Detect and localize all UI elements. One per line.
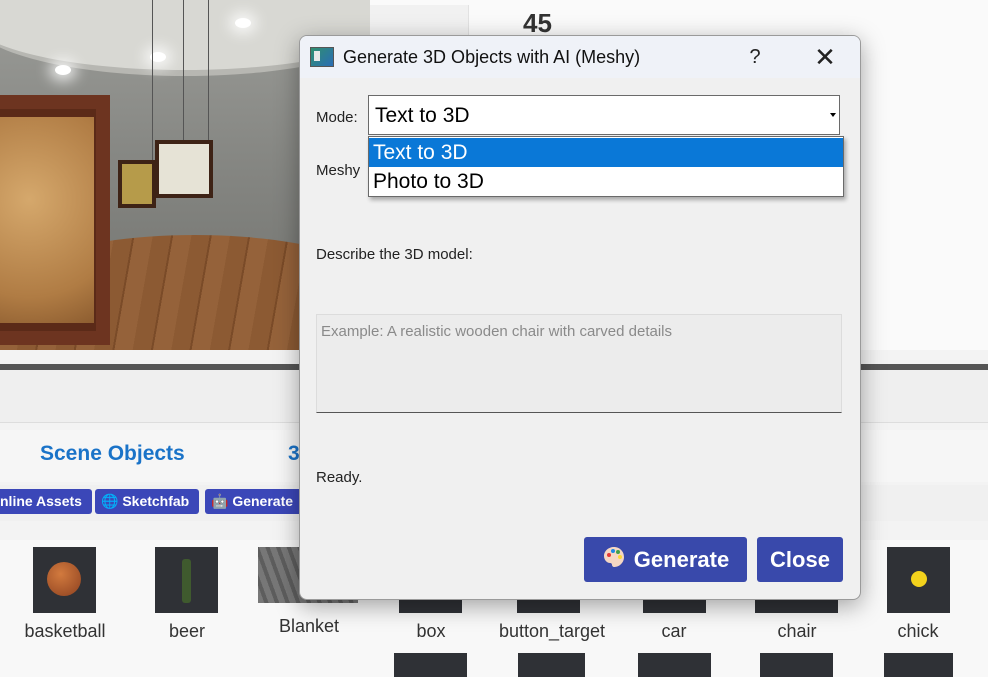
asset-label: Blanket <box>278 616 340 636</box>
asset-label: beer <box>168 621 206 641</box>
meshy-label: Meshy <box>316 162 361 179</box>
asset-label: basketball <box>24 621 106 641</box>
hanging-wire <box>208 0 209 140</box>
dialog-titlebar[interactable]: Generate 3D Objects with AI (Meshy) ? ✕ <box>300 36 860 78</box>
meshy-dialog: Generate 3D Objects with AI (Meshy) ? ✕ … <box>299 35 861 600</box>
status-text: Ready. <box>316 469 363 486</box>
mode-option-photo-to-3d[interactable]: Photo to 3D <box>369 167 843 196</box>
large-painting <box>0 95 110 345</box>
mode-dropdown-list: Text to 3D Photo to 3D <box>368 136 844 197</box>
chick-icon <box>911 571 927 587</box>
asset-label: button_target <box>498 621 606 641</box>
generate-label: Generate <box>633 547 730 572</box>
sketchfab-label: Sketchfab <box>122 493 190 509</box>
close-icon[interactable]: ✕ <box>808 44 842 72</box>
globe-icon: 🌐 <box>101 493 119 509</box>
generate-ai-label: Generate <box>232 493 294 509</box>
mode-select[interactable]: Text to 3D <box>368 95 840 135</box>
close-button[interactable]: Close <box>757 537 843 582</box>
asset-thumb[interactable] <box>884 653 953 677</box>
ceiling-light <box>55 65 71 75</box>
chevron-down-icon[interactable] <box>830 113 836 117</box>
tab-scene-objects[interactable]: Scene Objects <box>40 442 185 466</box>
tab-partial[interactable]: 3 <box>288 442 300 466</box>
hanging-wire <box>183 0 184 140</box>
palette-icon <box>602 539 626 584</box>
dialog-title: Generate 3D Objects with AI (Meshy) <box>343 47 641 67</box>
asset-label: chick <box>897 621 939 641</box>
painting <box>155 140 213 198</box>
asset-label: car <box>661 621 687 641</box>
robot-icon: 🤖 <box>211 493 229 509</box>
asset-thumb-beer[interactable] <box>155 547 218 613</box>
ceiling-light <box>235 18 251 28</box>
describe-label: Describe the 3D model: <box>316 246 473 263</box>
online-assets-button[interactable]: nline Assets <box>0 489 92 514</box>
asset-thumb[interactable] <box>394 653 467 677</box>
asset-thumb-chick[interactable] <box>887 547 950 613</box>
bottle-icon <box>182 559 191 603</box>
asset-label: chair <box>777 621 817 641</box>
mode-label: Mode: <box>316 109 358 126</box>
basketball-icon <box>47 562 81 596</box>
help-button[interactable]: ? <box>740 44 770 70</box>
generate-button[interactable]: Generate <box>584 537 747 582</box>
asset-thumb[interactable] <box>518 653 585 677</box>
asset-thumb-basketball[interactable] <box>33 547 96 613</box>
sketchfab-button[interactable]: 🌐 Sketchfab <box>95 489 199 514</box>
online-assets-label: nline Assets <box>0 493 82 509</box>
painting <box>118 160 156 208</box>
description-input[interactable]: Example: A realistic wooden chair with c… <box>316 314 842 413</box>
asset-thumb[interactable] <box>638 653 711 677</box>
asset-thumb[interactable] <box>760 653 833 677</box>
app-icon <box>310 47 334 67</box>
mode-option-text-to-3d[interactable]: Text to 3D <box>369 138 843 167</box>
hanging-wire <box>152 0 153 165</box>
asset-label: box <box>416 621 446 641</box>
